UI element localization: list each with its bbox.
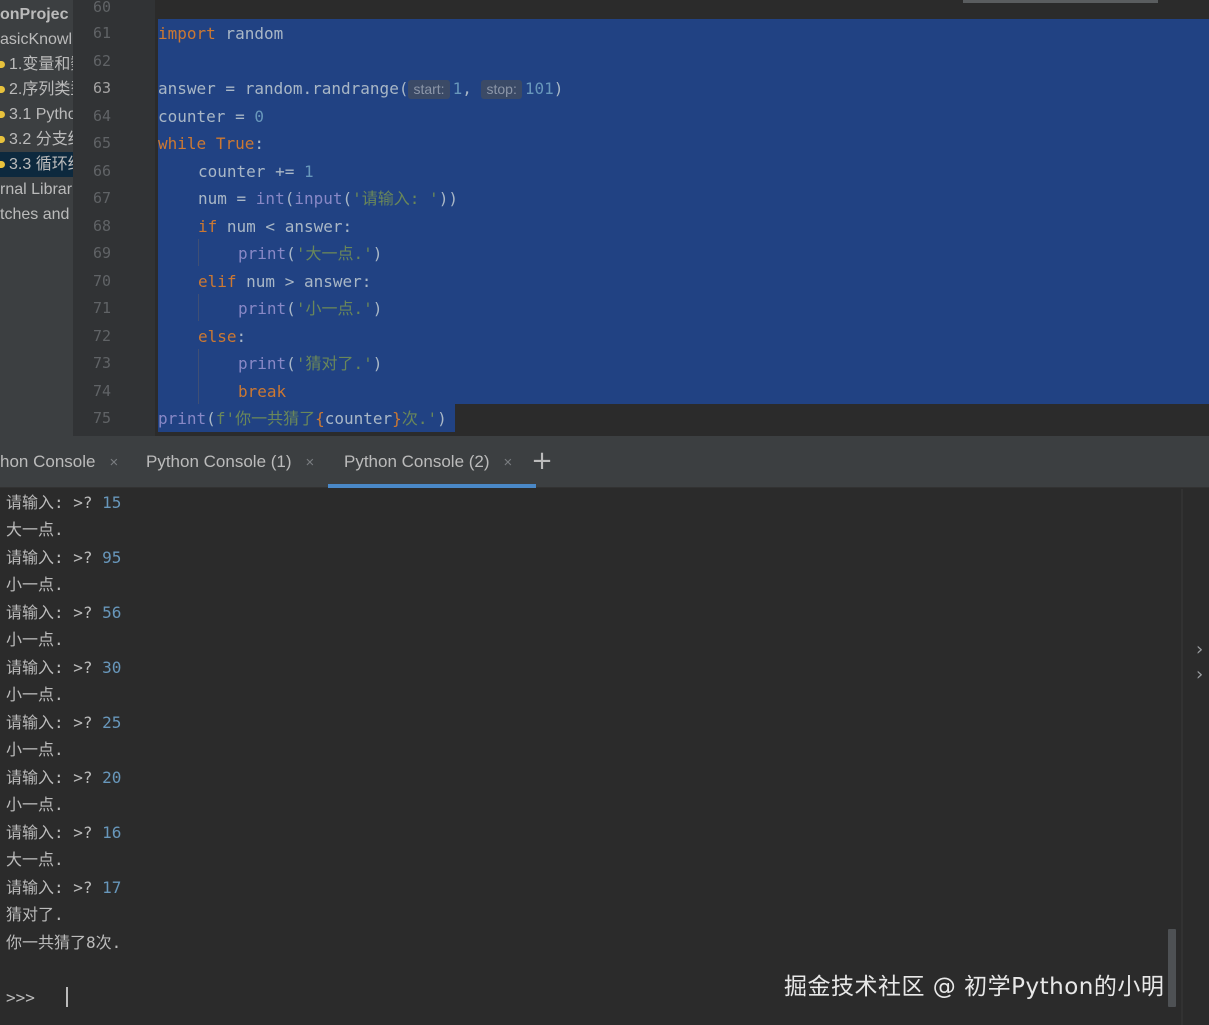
python-file-icon	[0, 161, 5, 168]
line-number: 75	[93, 409, 112, 427]
python-file-icon	[0, 136, 5, 143]
code-line: if num < answer:	[198, 217, 353, 236]
chevron-right-icon[interactable]: ›	[1196, 639, 1203, 660]
console-output-line: 小一点.	[6, 740, 64, 759]
code-line: else:	[198, 327, 247, 346]
indent-guide	[198, 294, 199, 321]
param-hint-start: start:	[408, 80, 450, 99]
tree-item-label: 2.序列类型	[9, 81, 73, 98]
console-scrollbar-thumb[interactable]	[1168, 929, 1176, 1007]
line-number: 73	[93, 354, 112, 372]
console-output-line: 小一点.	[6, 795, 64, 814]
tree-item-basic-knowledge[interactable]: asicKnowl	[0, 27, 73, 52]
tree-item-label: 1.变量和数	[9, 56, 73, 73]
code-line: print(f'你一共猜了{counter}次.')	[158, 409, 447, 428]
python-file-icon	[0, 86, 5, 93]
line-number: 71	[93, 299, 112, 317]
line-number: 66	[93, 162, 112, 180]
code-line: elif num > answer:	[198, 272, 372, 291]
console-output-line: 大一点.	[6, 520, 64, 539]
python-file-icon	[0, 111, 5, 118]
code-line: print('大一点.')	[238, 244, 383, 263]
code-line: print('小一点.')	[238, 299, 383, 318]
line-number: 60	[93, 0, 112, 16]
tree-item-label: rnal Librar	[0, 181, 73, 198]
code-line: print('猜对了.')	[238, 354, 383, 373]
project-tree-panel: onProjec asicKnowl 1.变量和数 2.序列类型 3.1 Pyt…	[0, 0, 73, 436]
tab-python-console-2[interactable]: Python Console (2) ×	[327, 436, 537, 489]
console-input-line: 请输入: >? 16	[6, 823, 122, 842]
tree-item-file[interactable]: 1.变量和数	[0, 52, 73, 77]
console-input-line: 请输入: >? 15	[6, 493, 122, 512]
tree-item-label: 3.2 分支结	[9, 131, 73, 148]
add-tab-icon[interactable]: +	[530, 446, 554, 476]
console-input-line: 请输入: >? 95	[6, 548, 122, 567]
tree-item-label: tches and	[0, 206, 70, 223]
console-input-line: 请输入: >? 30	[6, 658, 122, 677]
code-line: num = int(input('请输入: '))	[198, 189, 458, 208]
tree-item-label: onProjec	[0, 6, 69, 23]
line-number: 67	[93, 189, 112, 207]
console-output-line: 小一点.	[6, 575, 64, 594]
line-number: 72	[93, 327, 112, 345]
text-cursor	[66, 987, 68, 1007]
console-output-line: 你一共猜了8次.	[6, 933, 122, 952]
console-input-line: 请输入: >? 56	[6, 603, 122, 622]
code-line: counter = 0	[158, 107, 264, 126]
close-icon[interactable]: ×	[504, 437, 513, 489]
tree-item-file[interactable]: 3.1 Pytho	[0, 102, 73, 127]
console-input-line: 请输入: >? 25	[6, 713, 122, 732]
tree-item-project-root[interactable]: onProjec	[0, 2, 73, 27]
code-line: import random	[158, 24, 284, 43]
console-input-line: 请输入: >? 17	[6, 878, 122, 897]
line-number: 68	[93, 217, 112, 235]
code-line: answer = random.randrange(start: 1, stop:…	[158, 79, 564, 99]
line-number: 65	[93, 134, 112, 152]
tree-item-label: 3.3 循环结	[9, 156, 73, 173]
console-output-line: 小一点.	[6, 685, 64, 704]
console-output-line: 大一点.	[6, 850, 64, 869]
console-prompt: >>>	[6, 988, 35, 1007]
tab-python-console-1[interactable]: Python Console (1) ×	[146, 436, 314, 488]
line-number: 64	[93, 107, 112, 125]
tree-item-file-selected[interactable]: 3.3 循环结	[0, 152, 73, 177]
tree-item-label: asicKnowl	[0, 31, 73, 48]
line-number: 70	[93, 272, 112, 290]
tree-item-scratches[interactable]: tches and	[0, 202, 73, 227]
chevron-right-icon[interactable]: ›	[1196, 664, 1203, 685]
python-console-output[interactable]: 请输入: >? 15 大一点. 请输入: >? 95 小一点. 请输入: >? …	[0, 489, 1209, 1025]
panel-divider[interactable]	[1181, 489, 1183, 1025]
code-line: while True:	[158, 134, 264, 153]
line-number: 74	[93, 382, 112, 400]
tab-python-console[interactable]: hon Console ×	[0, 436, 118, 488]
indent-guide	[198, 239, 199, 266]
line-number: 62	[93, 52, 112, 70]
console-output-line: 小一点.	[6, 630, 64, 649]
tree-item-file[interactable]: 3.2 分支结	[0, 127, 73, 152]
code-line: counter += 1	[198, 162, 314, 181]
horizontal-scrollbar[interactable]	[963, 0, 1158, 3]
code-editor[interactable]: import random answer = random.randrange(…	[155, 0, 1209, 436]
console-input-line: 请输入: >? 20	[6, 768, 122, 787]
tree-item-label: 3.1 Pytho	[9, 106, 73, 123]
tab-label: hon Console	[0, 452, 96, 471]
indent-guide	[198, 349, 199, 404]
line-number-current: 63	[93, 79, 112, 97]
console-tab-bar: hon Console × Python Console (1) × Python …	[0, 436, 1209, 488]
close-icon[interactable]: ×	[109, 437, 118, 489]
tree-item-file[interactable]: 2.序列类型	[0, 77, 73, 102]
param-hint-stop: stop:	[481, 80, 522, 99]
line-number-gutter[interactable]: 60 61 62 63 64 65 66 67 68 69 70 71 72 7…	[73, 0, 155, 436]
tree-item-external-libraries[interactable]: rnal Librar	[0, 177, 73, 202]
console-output-line: 猜对了.	[6, 905, 64, 924]
line-number: 61	[93, 24, 112, 42]
tab-label: Python Console (2)	[344, 452, 490, 471]
close-icon[interactable]: ×	[306, 437, 315, 489]
python-file-icon	[0, 61, 5, 68]
watermark-text: 掘金技术社区 @ 初学Python的小明	[784, 974, 1165, 1000]
code-line: break	[238, 382, 287, 401]
line-number: 69	[93, 244, 112, 262]
tab-label: Python Console (1)	[146, 452, 292, 471]
